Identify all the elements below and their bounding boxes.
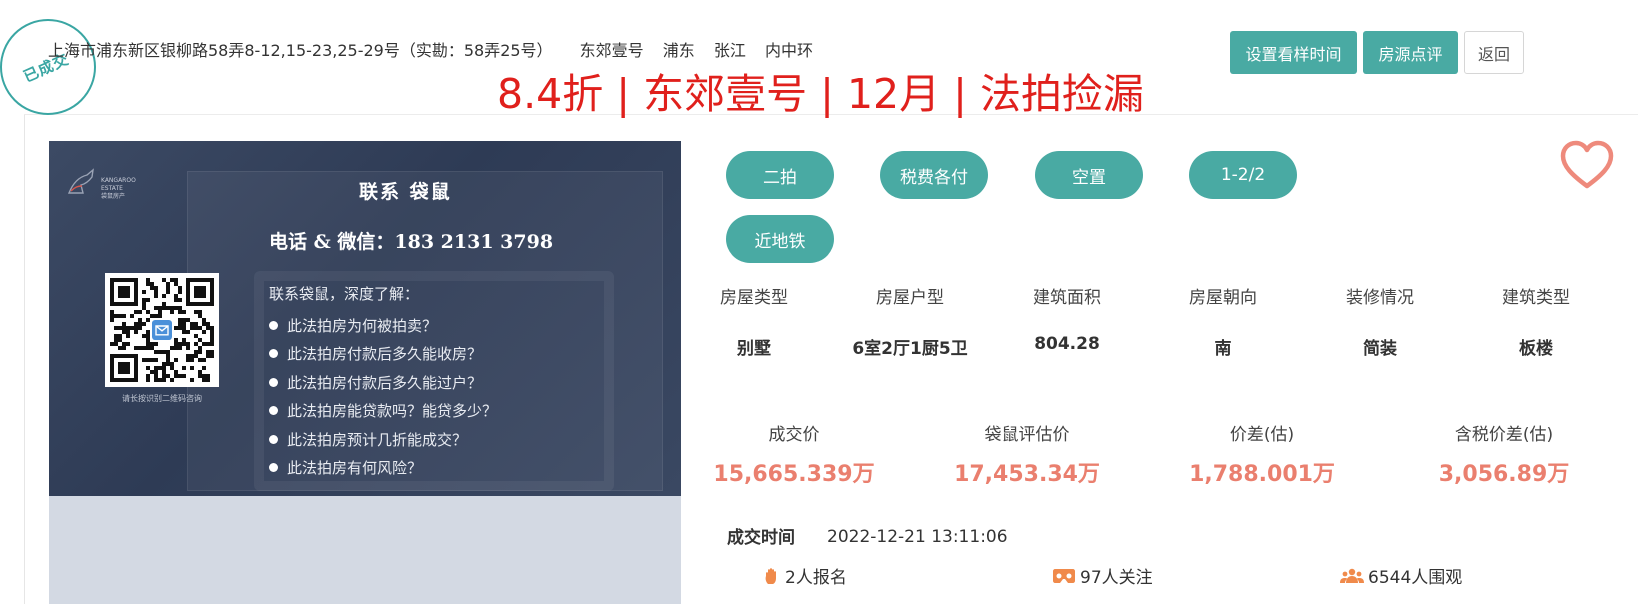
banner-intro: 联系袋鼠，深度了解：: [269, 285, 420, 303]
review-button[interactable]: 房源点评: [1363, 31, 1458, 74]
deal-time-label: 成交时间: [727, 528, 795, 548]
banner-question: 此法拍房能贷款吗？能贷多少？: [269, 397, 497, 426]
price-label-diff: 价差(估): [1229, 425, 1295, 445]
banner-question-list: 此法拍房为何被拍卖？ 此法拍房付款后多久能收房？ 此法拍房付款后多久能过户？ 此…: [269, 311, 497, 482]
banner-question: 此法拍房有何风险？: [269, 454, 497, 483]
tag-second-auction: 二拍: [726, 151, 834, 199]
district-name: 浦东: [662, 41, 695, 60]
sold-stamp: 已成交: [0, 19, 96, 115]
qr-code-image: [105, 273, 219, 387]
back-button[interactable]: 返回: [1464, 31, 1524, 74]
set-viewing-time-button[interactable]: 设置看样时间: [1230, 31, 1357, 74]
price-label-diff-tax: 含税价差(估): [1454, 425, 1554, 445]
attr-label-layout: 房屋户型: [876, 288, 944, 308]
price-value-diff-tax: 3,056.89万: [1438, 462, 1570, 487]
attr-label-building-type: 建筑类型: [1502, 288, 1570, 308]
community-name: 东郊壹号: [579, 41, 644, 60]
qr-caption: 请长按识别二维码咨询: [122, 394, 202, 403]
ring-road-name: 内中环: [764, 41, 813, 60]
attr-label-house-type: 房屋类型: [720, 288, 788, 308]
favorite-heart-icon[interactable]: [1560, 139, 1614, 191]
attr-value-building-type: 板楼: [1519, 339, 1553, 359]
attr-value-house-type: 别墅: [737, 339, 771, 359]
kangaroo-logo-icon: [67, 168, 94, 194]
hand-icon: [765, 567, 776, 584]
attr-label-orientation: 房屋朝向: [1189, 288, 1257, 308]
banner-question: 此法拍房付款后多久能过户？: [269, 368, 497, 397]
attr-value-orientation: 南: [1214, 339, 1232, 359]
tag-taxes: 税费各付: [880, 151, 988, 199]
area-name: 张江: [713, 41, 746, 60]
banner-contact: 电话 & 微信：183 2131 3798: [269, 231, 554, 253]
price-label-deal: 成交价: [768, 425, 820, 445]
attr-label-decoration: 装修情况: [1346, 288, 1414, 308]
attr-value-area: 804.28: [1034, 334, 1100, 354]
listing-banner-image[interactable]: KANGAROO ESTATE 袋鼠房产 联系 袋鼠 电话 & 微信：183 2…: [49, 141, 681, 496]
price-value-deal: 15,665.339万: [713, 462, 875, 487]
attr-label-area: 建筑面积: [1033, 288, 1101, 308]
tag-floor: 1-2/2: [1189, 151, 1297, 199]
price-label-estimate: 袋鼠评估价: [984, 425, 1070, 445]
address-line: 上海市浦东新区银柳路58弄8-12,15-23,25-29号（实勘：58弄25号…: [48, 37, 827, 61]
vr-glasses-icon: [1053, 568, 1075, 583]
deal-time-value: 2022-12-21 13:11:06: [827, 527, 1008, 547]
attr-value-decoration: 简装: [1363, 339, 1397, 359]
banner-question: 此法拍房付款后多久能收房？: [269, 340, 497, 369]
tag-near-subway: 近地铁: [726, 215, 834, 263]
stat-followers: 97人关注: [1052, 563, 1153, 588]
attr-value-layout: 6室2厅1厨5卫: [852, 339, 968, 359]
price-value-diff: 1,788.001万: [1189, 462, 1335, 487]
banner-logo-text: KANGAROO ESTATE 袋鼠房产: [101, 177, 136, 200]
stat-viewers-text: 6544人围观: [1368, 568, 1463, 588]
banner-question: 此法拍房为何被拍卖？: [269, 311, 497, 340]
users-icon: [1340, 568, 1364, 583]
image-placeholder-area: [49, 496, 681, 604]
stat-registrations-text: 2人报名: [785, 568, 847, 588]
price-value-estimate: 17,453.34万: [954, 462, 1100, 487]
qr-code-graphic: [110, 278, 214, 382]
address-text: 上海市浦东新区银柳路58弄8-12,15-23,25-29号（实勘：58弄25号…: [48, 41, 553, 60]
tag-vacant: 空置: [1035, 151, 1143, 199]
stat-viewers: 6544人围观: [1340, 563, 1462, 588]
banner-question: 此法拍房预计几折能成交？: [269, 425, 497, 454]
banner-title: 联系 袋鼠: [359, 181, 452, 203]
stat-followers-text: 97人关注: [1080, 568, 1153, 588]
page-left-rule: [24, 114, 25, 604]
page-title: 8.4折 | 东郊壹号 | 12月 | 法拍捡漏: [497, 70, 1145, 118]
stat-registrations: 2人报名: [763, 563, 847, 588]
